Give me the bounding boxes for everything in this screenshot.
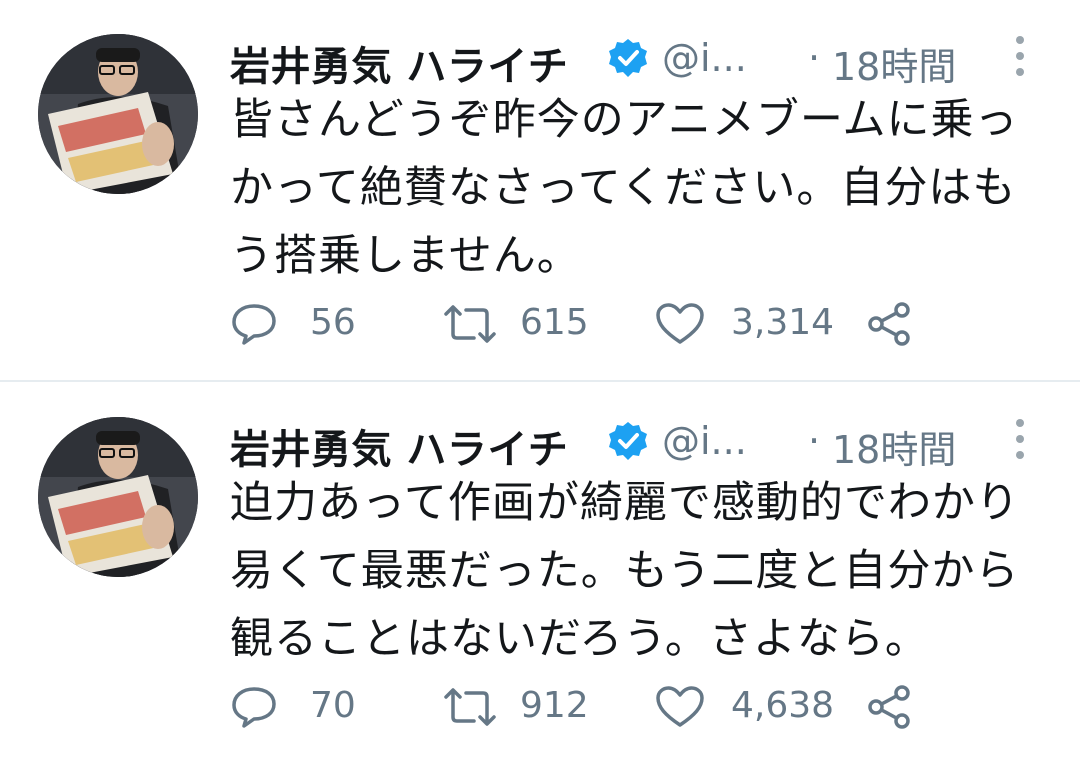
like-count: 3,314: [731, 302, 835, 343]
retweet-button[interactable]: 912: [440, 679, 610, 735]
author-handle[interactable]: @i...: [662, 36, 747, 80]
verified-badge-icon: [609, 422, 647, 460]
timestamp[interactable]: 18時間: [832, 419, 956, 474]
tweet-actions: 56 615 3,314: [230, 296, 950, 352]
avatar[interactable]: [38, 417, 198, 577]
tweet-header: 岩井勇気 ハライチ @i... · 18時間: [230, 30, 1032, 90]
avatar-photo: [38, 34, 198, 194]
like-button[interactable]: 4,638: [655, 679, 845, 735]
reply-count: 56: [310, 302, 356, 343]
more-options-icon[interactable]: [1008, 34, 1032, 78]
share-button[interactable]: [866, 296, 922, 352]
reply-count: 70: [310, 685, 356, 726]
retweet-icon: [444, 305, 496, 343]
author-name[interactable]: 岩井勇気 ハライチ: [230, 34, 568, 92]
reply-button[interactable]: 70: [230, 679, 370, 735]
tweet-text-line: 観ることはないだろう。さよなら。: [230, 614, 929, 664]
separator-dot: ·: [808, 419, 821, 463]
verified-badge-icon: [609, 39, 647, 77]
retweet-icon: [444, 688, 496, 726]
tweet-text: 迫力あって作画が綺麗で感動的でわかり 易くて最悪だった。もう二度と自分から 観る…: [230, 469, 1045, 673]
reply-icon: [232, 304, 276, 345]
share-icon: [868, 302, 910, 346]
reply-icon: [232, 687, 276, 728]
reply-button[interactable]: 56: [230, 296, 370, 352]
heart-icon: [656, 686, 704, 727]
avatar-photo: [38, 417, 198, 577]
tweet-text: 皆さんどうぞ昨今のアニメブームに乗っ かって絶賛なさってください。自分はも う搭…: [230, 86, 1045, 290]
tweet-header: 岩井勇気 ハライチ @i... · 18時間: [230, 413, 1032, 473]
timestamp[interactable]: 18時間: [832, 36, 956, 91]
tweet-text-line: う搭乗しません。: [230, 231, 581, 281]
tweet-text-line: かって絶賛なさってください。自分はも: [230, 163, 1017, 213]
tweet[interactable]: 岩井勇気 ハライチ @i... · 18時間 迫力あって作画が綺麗で感動的でわか…: [0, 383, 1080, 763]
heart-icon: [656, 303, 704, 344]
tweet-text-line: 迫力あって作画が綺麗で感動的でわかり: [230, 478, 1020, 528]
like-count: 4,638: [731, 685, 835, 726]
tweet-text-line: 皆さんどうぞ昨今のアニメブームに乗っ: [230, 95, 1019, 145]
tweet[interactable]: 岩井勇気 ハライチ @i... · 18時間 皆さんどうぞ昨今のアニメブームに乗…: [0, 0, 1080, 380]
separator-dot: ·: [808, 36, 821, 80]
more-options-icon[interactable]: [1008, 417, 1032, 461]
retweet-count: 912: [520, 685, 589, 726]
retweet-count: 615: [520, 302, 589, 343]
share-button[interactable]: [866, 679, 922, 735]
like-button[interactable]: 3,314: [655, 296, 845, 352]
retweet-button[interactable]: 615: [440, 296, 610, 352]
tweet-actions: 70 912 4,638: [230, 679, 950, 735]
author-name[interactable]: 岩井勇気 ハライチ: [230, 417, 568, 475]
author-handle[interactable]: @i...: [662, 419, 747, 463]
tweet-text-line: 易くて最悪だった。もう二度と自分から: [230, 546, 1020, 596]
avatar[interactable]: [38, 34, 198, 194]
share-icon: [868, 685, 910, 729]
tweet-divider: [0, 380, 1080, 382]
